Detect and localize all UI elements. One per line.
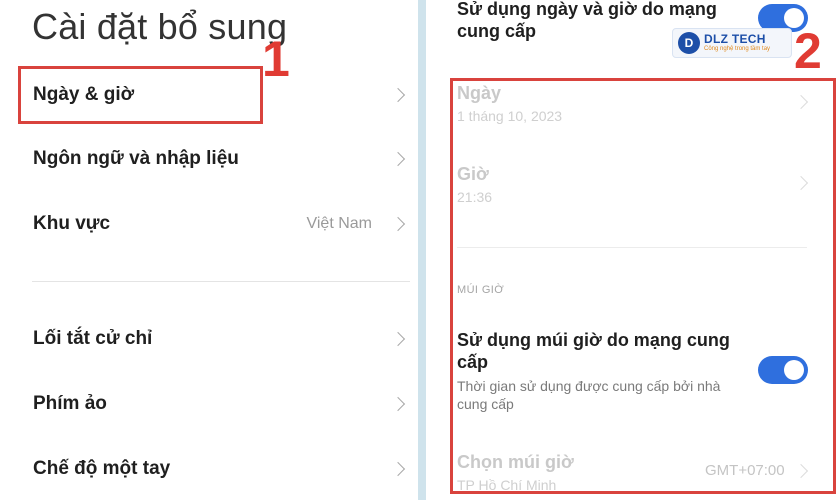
choose-timezone-value: GMT+07:00 [705,462,785,479]
timezone-section-header: MÚI GIỜ [457,284,505,296]
chevron-right-icon [793,463,809,479]
step-2-highlight-box [450,78,836,494]
section-divider [457,247,807,248]
settings-item-label: Ngày & giờ [33,84,135,105]
settings-item-language-input[interactable]: Ngôn ngữ và nhập liệu [0,131,418,187]
section-divider [32,281,410,282]
logo-tagline: Công nghệ trong tầm tay [704,46,771,52]
toggle-knob [784,360,804,380]
settings-item-label: Chế độ một tay [33,458,171,479]
settings-item-gesture-shortcuts[interactable]: Lối tắt cử chỉ [0,311,418,367]
settings-item-label: Ngôn ngữ và nhập liệu [33,148,239,169]
chevron-right-icon [390,331,406,347]
settings-item-date-time[interactable]: Ngày & giờ [0,67,418,123]
choose-timezone-title: Chọn múi giờ [457,452,574,472]
network-timezone-title-line2: cấp [457,352,489,372]
time-value: 21:36 [457,189,493,205]
choose-timezone-subtitle: TP Hồ Chí Minh [457,477,557,493]
panel-divider [418,0,426,500]
chevron-right-icon [793,175,809,191]
settings-item-one-hand-mode[interactable]: Chế độ một tay [0,441,418,497]
chevron-right-icon [390,87,406,103]
network-timezone-subtitle-line1: Thời gian sử dụng được cung cấp bởi nhà [457,378,721,394]
page-title: Cài đặt bổ sung [32,6,288,47]
network-time-title-line2: cung cấp [457,21,537,41]
date-title: Ngày [457,83,502,103]
date-time-panel: Sử dụng ngày và giờ do mạng cung cấp D D… [426,0,840,500]
date-value: 1 tháng 10, 2023 [457,108,563,124]
chevron-right-icon [793,94,809,110]
settings-item-region[interactable]: Khu vực Việt Nam [0,196,418,252]
network-timezone-title-line1: Sử dụng múi giờ do mạng cung [457,330,730,350]
dlz-tech-logo: D DLZ TECH Công nghệ trong tầm tay [672,28,792,58]
time-title: Giờ [457,164,489,184]
settings-item-value: Việt Nam [306,215,372,232]
settings-item-label: Khu vực [33,213,111,234]
chevron-right-icon [390,216,406,232]
logo-name: DLZ TECH [704,32,766,46]
settings-item-label: Phím ảo [33,393,107,414]
network-time-title-line1: Sử dụng ngày và giờ do mạng [457,0,717,19]
network-timezone-subtitle-line2: cung cấp [457,396,514,412]
settings-item-virtual-keys[interactable]: Phím ảo [0,376,418,432]
additional-settings-panel: Cài đặt bổ sung Ngày & giờ Ngôn ngữ và n… [0,0,418,500]
logo-mark: D [678,32,700,54]
chevron-right-icon [390,396,406,412]
step-2-number: 2 [794,23,822,79]
network-timezone-toggle[interactable] [758,356,808,384]
step-1-number: 1 [262,31,290,87]
settings-item-label: Lối tắt cử chỉ [33,328,153,349]
chevron-right-icon [390,151,406,167]
chevron-right-icon [390,461,406,477]
